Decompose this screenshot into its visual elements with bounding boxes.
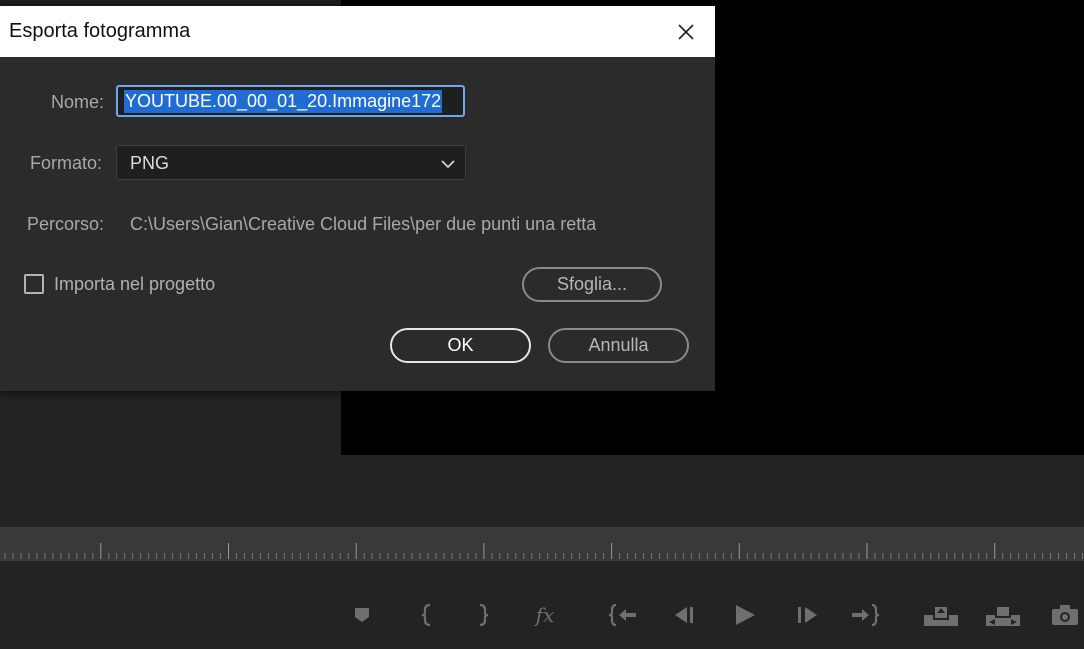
name-input[interactable]: YOUTUBE.00_00_01_20.Immagine172 [116,85,465,117]
format-select[interactable]: PNG [116,145,466,180]
mark-out-icon[interactable] [473,601,493,629]
import-checkbox-label[interactable]: Importa nel progetto [54,274,215,295]
path-value: C:\Users\Gian\Creative Cloud Files\per d… [130,214,597,234]
cancel-button[interactable]: Annulla [548,328,689,363]
browse-button[interactable]: Sfoglia... [522,267,662,302]
path-label: Percorso: [26,214,104,234]
monitor-controls-area [0,455,1084,527]
format-label: Formato: [29,153,102,173]
mark-in-icon[interactable] [417,601,437,629]
name-label: Nome: [50,92,104,112]
lift-icon[interactable] [922,601,960,629]
marker-icon[interactable] [350,601,374,629]
close-icon[interactable] [668,18,704,46]
ok-button[interactable]: OK [390,328,531,363]
play-icon[interactable] [732,601,758,629]
dialog-title: Esporta fotogramma [9,20,191,42]
step-back-icon[interactable] [672,601,698,629]
dialog-title-bar[interactable]: Esporta fotogramma [0,6,715,57]
import-checkbox[interactable] [24,274,44,294]
export-frame-icon[interactable] [1050,601,1080,629]
chevron-down-icon [441,156,455,174]
timeline-ruler[interactable] [0,527,1084,561]
format-select-value: PNG [130,153,170,173]
step-forward-icon[interactable] [794,601,820,629]
name-input-value: YOUTUBE.00_00_01_20.Immagine172 [124,89,443,113]
extract-icon[interactable] [984,601,1022,629]
ruler-ticks [4,543,1083,559]
fx-icon[interactable]: fx [532,601,558,629]
go-to-in-icon[interactable] [607,601,639,629]
go-to-out-icon[interactable] [849,601,881,629]
export-frame-dialog: Esporta fotogramma Nome: YOUTUBE.00_00_0… [0,6,715,391]
